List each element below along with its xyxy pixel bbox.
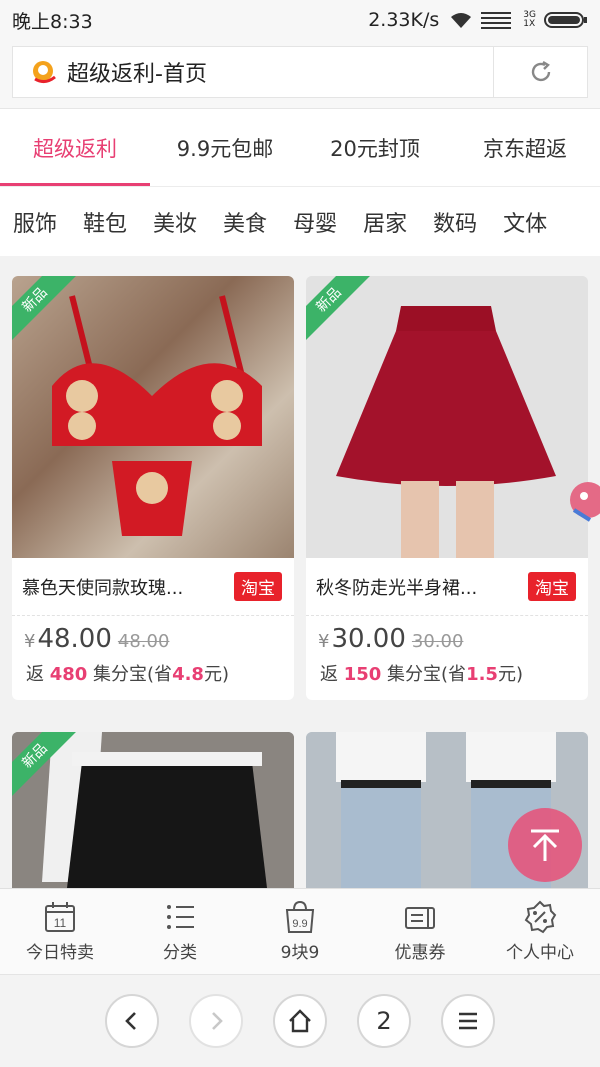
bottom-navigation: 11 今日特卖 分类 9.9 9块9 优惠券 个人中心 <box>0 888 600 974</box>
svg-text:9.9: 9.9 <box>292 918 307 930</box>
product-card[interactable]: 新品 秋冬防走光半身裙... 淘宝 ¥ 30.00 30.00 返 150 集分… <box>306 276 588 700</box>
platform-badge: 淘宝 <box>234 572 282 601</box>
category-bar: 服饰 鞋包 美妆 美食 母婴 居家 数码 文体 <box>0 186 600 256</box>
rebate-points: 150 <box>343 664 382 685</box>
category-item[interactable]: 母婴 <box>280 206 350 238</box>
nav-label: 今日特卖 <box>26 943 94 963</box>
product-name: 秋冬防走光半身裙... <box>316 577 478 599</box>
calendar-icon: 11 <box>45 902 75 932</box>
nav-coupons[interactable]: 优惠券 <box>360 889 480 974</box>
tab-20-yuan-cap[interactable]: 20元封顶 <box>300 109 450 186</box>
tab-super-rebate[interactable]: 超级返利 <box>0 109 150 186</box>
forward-button[interactable] <box>189 994 243 1048</box>
category-item[interactable]: 数码 <box>420 206 490 238</box>
address-box[interactable]: 超级返利-首页 <box>12 46 588 98</box>
browser-toolbar: 2 <box>0 974 600 1067</box>
percent-badge-icon <box>524 900 557 934</box>
product-image: 新品 <box>12 732 294 888</box>
rebate-points: 480 <box>49 664 88 685</box>
page-title: 超级返利-首页 <box>67 62 207 87</box>
product-name-row: 秋冬防走光半身裙... 淘宝 <box>306 558 588 616</box>
list-icon <box>167 905 194 929</box>
signal-icon <box>481 12 512 29</box>
rebate-savings: 4.8 <box>172 664 204 685</box>
coupon-icon <box>405 907 435 929</box>
product-card[interactable]: 新品 慕色天使同款玫瑰... 淘宝 ¥ 48.00 48.00 返 480 集分… <box>12 276 294 700</box>
home-icon <box>289 1009 311 1033</box>
chevron-right-icon <box>212 1012 223 1030</box>
tab-count: 2 <box>376 1007 392 1035</box>
mascot-decoration <box>570 482 600 522</box>
arrow-up-icon <box>531 829 559 861</box>
category-item[interactable]: 鞋包 <box>70 206 140 238</box>
reload-button[interactable] <box>493 47 587 97</box>
rebate-savings: 1.5 <box>466 664 498 685</box>
black-skirt-picture <box>12 732 294 888</box>
scroll-to-top-button[interactable] <box>508 808 582 882</box>
category-item[interactable]: 美妆 <box>140 206 210 238</box>
nav-label: 9块9 <box>280 943 320 963</box>
nav-label: 分类 <box>163 943 197 963</box>
status-bar: 晚上8:33 2.33K/s 3G 1X <box>0 0 600 40</box>
product-card[interactable]: 新品 <box>12 732 294 888</box>
tabs-button[interactable]: 2 <box>357 994 411 1048</box>
lingerie-picture <box>52 295 262 536</box>
address-bar: 超级返利-首页 <box>0 40 600 108</box>
home-button[interactable] <box>273 994 327 1048</box>
status-network-speed: 2.33K/s <box>368 9 440 31</box>
category-item[interactable]: 服饰 <box>0 206 70 238</box>
rebate-info: 返 150 集分宝(省1.5元) <box>320 664 523 685</box>
nav-profile[interactable]: 个人中心 <box>480 889 600 974</box>
price-bag-icon: 9.9 <box>285 900 315 933</box>
nav-today-sale[interactable]: 11 今日特卖 <box>0 889 120 974</box>
network-type: 3G 1X <box>523 10 536 29</box>
product-grid: 新品 慕色天使同款玫瑰... 淘宝 ¥ 48.00 48.00 返 480 集分… <box>0 256 600 888</box>
app-logo-icon <box>33 61 56 84</box>
original-price: 48.00 <box>117 631 170 652</box>
price-row: ¥ 48.00 48.00 <box>12 616 294 654</box>
status-time: 晚上8:33 <box>12 10 93 33</box>
currency-symbol: ¥ <box>318 631 330 652</box>
tab-9-9-free-shipping[interactable]: 9.9元包邮 <box>150 109 300 186</box>
original-price: 30.00 <box>411 631 464 652</box>
status-indicators: 3G 1X <box>449 10 588 30</box>
platform-badge: 淘宝 <box>528 572 576 601</box>
tab-jd-rebate[interactable]: 京东超返 <box>450 109 600 186</box>
skirt-picture <box>306 276 588 558</box>
back-button[interactable] <box>105 994 159 1048</box>
category-item[interactable]: 美食 <box>210 206 280 238</box>
product-image: 新品 <box>306 276 588 558</box>
category-item[interactable]: 居家 <box>350 206 420 238</box>
reload-icon <box>531 60 550 82</box>
rebate-info: 返 480 集分宝(省4.8元) <box>26 664 229 685</box>
top-tabs: 超级返利 9.9元包邮 20元封顶 京东超返 <box>0 108 600 186</box>
battery-icon <box>544 12 587 28</box>
chevron-left-icon <box>125 1012 136 1030</box>
nav-label: 优惠券 <box>394 943 446 963</box>
product-price: 48.00 <box>37 624 112 654</box>
nav-categories[interactable]: 分类 <box>120 889 240 974</box>
wifi-icon <box>451 13 472 28</box>
price-row: ¥ 30.00 30.00 <box>306 616 588 654</box>
product-price: 30.00 <box>331 624 406 654</box>
svg-text:11: 11 <box>54 916 67 930</box>
product-image: 新品 <box>12 276 294 558</box>
category-item[interactable]: 文体 <box>490 206 560 238</box>
currency-symbol: ¥ <box>24 631 36 652</box>
menu-icon <box>459 1012 477 1030</box>
product-name-row: 慕色天使同款玫瑰... 淘宝 <box>12 558 294 616</box>
nav-nine-nine[interactable]: 9.9 9块9 <box>240 889 360 974</box>
nav-label: 个人中心 <box>506 943 574 963</box>
product-name: 慕色天使同款玫瑰... <box>22 577 184 599</box>
menu-button[interactable] <box>441 994 495 1048</box>
